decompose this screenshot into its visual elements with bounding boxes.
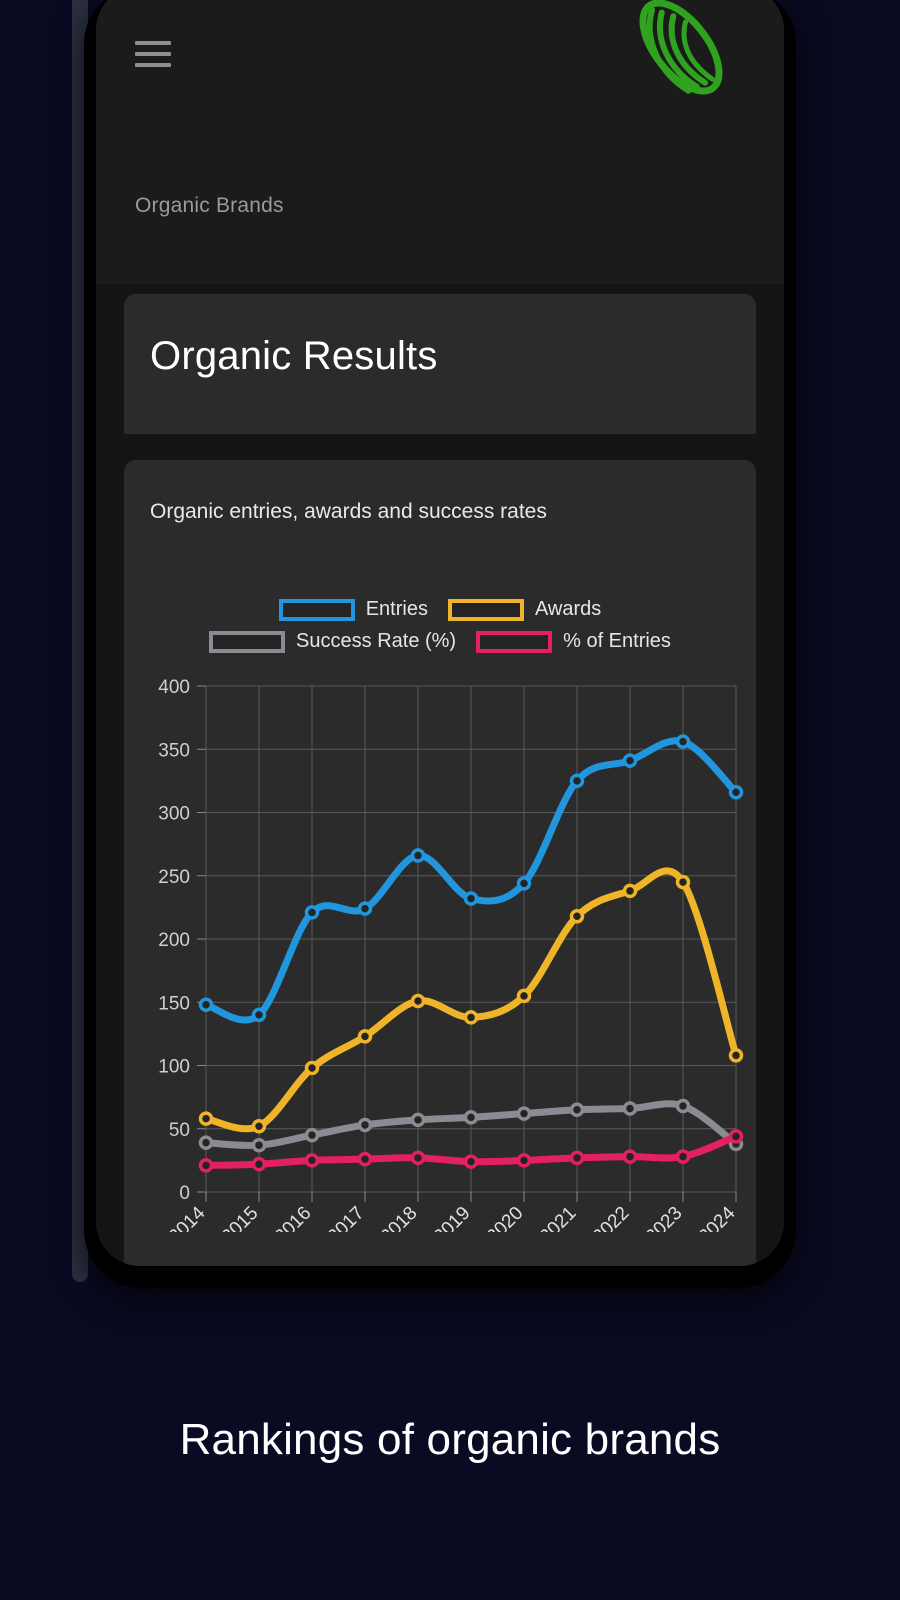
data-point: [622, 1149, 638, 1164]
data-point: [675, 1149, 691, 1164]
data-point: [198, 1111, 214, 1126]
data-point: [251, 1137, 267, 1153]
legend-item-success-rate[interactable]: Success Rate (%): [209, 630, 456, 653]
data-point: [198, 1158, 214, 1173]
data-point: [463, 891, 479, 906]
data-point: [569, 1150, 585, 1166]
data-point: [463, 1010, 479, 1025]
x-axis-tick-label: 2020: [483, 1203, 528, 1232]
x-axis-tick-label: 2015: [218, 1203, 263, 1232]
data-point: [304, 1060, 320, 1076]
x-axis-tick-label: 2016: [271, 1203, 316, 1232]
phone-screen: Organic Brands Organic Results Organic e…: [96, 0, 784, 1266]
data-point: [569, 908, 585, 924]
x-axis-tick-label: 2022: [589, 1203, 634, 1232]
app-header: Organic Brands: [96, 0, 784, 284]
green-swirl-logo-icon[interactable]: [626, 0, 736, 102]
data-point: [410, 848, 426, 863]
data-point: [463, 1154, 479, 1169]
legend-label-entries: Entries: [365, 598, 428, 620]
x-axis-tick-label: 2019: [430, 1203, 475, 1232]
y-axis-tick-label: 300: [158, 804, 190, 825]
y-axis-tick-label: 250: [158, 867, 190, 888]
chart-legend: Entries Awards Success Rate (%) % of Ent…: [124, 598, 756, 662]
x-axis-tick-label: 2017: [324, 1203, 369, 1232]
data-point: [728, 1129, 744, 1144]
legend-label-awards: Awards: [534, 598, 602, 620]
y-axis-tick-label: 400: [158, 677, 190, 698]
data-point: [675, 1098, 691, 1114]
title-card: Organic Results: [124, 294, 756, 434]
data-point: [198, 1135, 214, 1150]
y-axis-tick-label: 100: [158, 1057, 190, 1078]
legend-swatch-pct-of-entries: [476, 630, 553, 653]
data-point: [463, 1110, 479, 1125]
y-axis-tick-label: 150: [158, 993, 190, 1014]
data-point: [728, 785, 744, 800]
data-point: [304, 1127, 320, 1143]
data-point: [357, 1151, 373, 1167]
x-axis-tick-label: 2024: [695, 1202, 740, 1232]
line-chart-svg[interactable]: 0 50 100 150 200 250 300 350 400 2014 2015 2016 2017…: [124, 672, 756, 1232]
x-axis-tick-label: 2018: [377, 1203, 422, 1232]
page-caption: Rankings of organic brands: [179, 1415, 721, 1464]
data-point: [251, 1007, 267, 1023]
data-point: [251, 1156, 267, 1172]
data-point: [410, 1150, 426, 1166]
legend-label-pct-of-entries: % of Entries: [563, 630, 671, 652]
legend-swatch-entries: [278, 598, 355, 621]
y-axis-tick-label: 350: [158, 740, 190, 761]
chart-subtitle: Organic entries, awards and success rate…: [150, 500, 547, 523]
x-axis-tick-label: 2014: [165, 1202, 210, 1232]
page-title: Organic Results: [150, 334, 438, 378]
brand-label: Organic Brands: [135, 194, 284, 217]
data-point: [304, 1153, 320, 1168]
data-point: [410, 1112, 426, 1128]
screenshot-root: Organic Brands Organic Results Organic e…: [0, 0, 900, 1600]
legend-swatch-success-rate: [209, 630, 286, 653]
data-point: [410, 993, 426, 1009]
data-point: [728, 1048, 744, 1063]
data-point: [198, 997, 214, 1013]
y-axis-tick-label: 200: [158, 930, 190, 951]
data-point: [622, 1101, 638, 1116]
data-point: [516, 876, 532, 891]
data-point: [569, 1102, 585, 1118]
legend-row-1: Entries Awards: [124, 598, 756, 621]
data-point: [304, 905, 320, 920]
y-axis-tick-label: 0: [179, 1183, 190, 1204]
data-point: [622, 753, 638, 768]
data-point: [569, 773, 585, 789]
legend-item-awards[interactable]: Awards: [447, 598, 602, 621]
y-axis-tick-label: 50: [169, 1120, 190, 1141]
x-axis-tick-label: 2021: [536, 1203, 581, 1232]
data-point: [675, 734, 691, 749]
hamburger-menu-icon[interactable]: [135, 41, 171, 71]
chart-card: Organic entries, awards and success rate…: [124, 460, 756, 1266]
data-point: [516, 1106, 532, 1121]
hamburger-bar: [135, 52, 171, 56]
legend-row-2: Success Rate (%) % of Entries: [124, 630, 756, 653]
hamburger-bar: [135, 41, 171, 45]
data-point: [516, 1153, 532, 1168]
data-point: [357, 901, 373, 916]
data-point: [675, 874, 691, 890]
legend-label-success-rate: Success Rate (%): [296, 630, 457, 652]
x-axis-tick-label: 2023: [642, 1203, 687, 1232]
chart-plot-area: 0 50 100 150 200 250 300 350 400 2014 2015 2016 2017…: [124, 672, 756, 1232]
legend-item-pct-of-entries[interactable]: % of Entries: [476, 630, 671, 653]
data-point: [357, 1117, 373, 1133]
data-point: [622, 883, 638, 899]
data-point: [357, 1029, 373, 1044]
legend-item-entries[interactable]: Entries: [278, 598, 428, 621]
hamburger-bar: [135, 63, 171, 67]
legend-swatch-awards: [447, 598, 524, 621]
data-point: [516, 988, 532, 1004]
data-point: [251, 1118, 267, 1134]
